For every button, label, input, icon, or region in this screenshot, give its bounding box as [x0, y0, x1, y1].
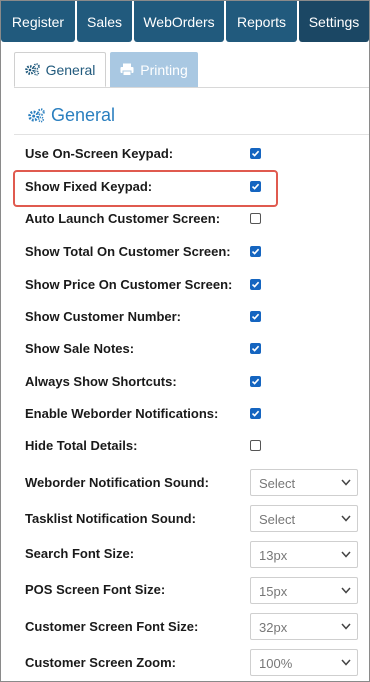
pos-font-size-select[interactable]: 15px [250, 577, 358, 604]
select-value: 15px [259, 584, 288, 599]
select-value: 100% [259, 656, 293, 671]
check-icon [251, 281, 260, 288]
nav-register[interactable]: Register [1, 1, 75, 42]
section-title: General [51, 105, 116, 125]
nav-sales[interactable]: Sales [77, 1, 132, 42]
setting-label: Enable Weborder Notifications: [25, 406, 219, 421]
setting-checkbox[interactable] [250, 376, 261, 387]
setting-label: Always Show Shortcuts: [25, 374, 177, 389]
chevron-down-icon [341, 659, 351, 666]
nav-settings[interactable]: Settings [299, 1, 369, 42]
check-icon [251, 150, 260, 157]
setting-checkbox[interactable] [250, 213, 261, 224]
chevron-down-icon [341, 587, 351, 594]
setting-label: Show Total On Customer Screen: [25, 244, 231, 259]
select-label: Weborder Notification Sound: [25, 475, 209, 490]
cogs-icon [28, 108, 45, 123]
top-nav: Register Sales WebOrders Reports Setting… [1, 1, 369, 42]
select-label: Customer Screen Font Size: [25, 619, 199, 634]
select-label: Customer Screen Zoom: [25, 655, 176, 670]
customer-zoom-select[interactable]: 100% [250, 649, 358, 676]
chevron-down-icon [341, 515, 351, 522]
section-heading: General [28, 105, 115, 126]
tasklist-sound-select[interactable]: Select [250, 505, 358, 532]
tab-printing-label: Printing [140, 61, 188, 78]
chevron-down-icon [341, 623, 351, 630]
customer-font-size-select[interactable]: 32px [250, 613, 358, 640]
select-value: Select [259, 512, 296, 527]
search-font-size-select[interactable]: 13px [250, 541, 358, 568]
highlight-box [13, 170, 278, 207]
setting-checkbox[interactable] [250, 343, 261, 354]
check-icon [251, 313, 260, 320]
check-icon [251, 378, 260, 385]
settings-panel: Register Sales WebOrders Reports Setting… [0, 0, 370, 682]
chevron-down-icon [341, 479, 351, 486]
check-icon [251, 410, 260, 417]
check-icon [251, 345, 260, 352]
settings-tabs: General Printing [14, 52, 198, 87]
select-value: Select [259, 476, 296, 491]
setting-checkbox[interactable] [250, 279, 261, 290]
setting-label: Auto Launch Customer Screen: [25, 211, 221, 226]
setting-checkbox[interactable] [250, 311, 261, 322]
tab-general-label: General [45, 61, 96, 78]
section-divider [14, 134, 369, 135]
nav-weborders[interactable]: WebOrders [134, 1, 224, 42]
setting-label: Show Customer Number: [25, 309, 182, 324]
tab-printing[interactable]: Printing [110, 52, 198, 87]
setting-label: Hide Total Details: [25, 438, 138, 453]
select-label: Search Font Size: [25, 546, 135, 561]
setting-checkbox[interactable] [250, 246, 261, 257]
chevron-down-icon [341, 551, 351, 558]
select-label: POS Screen Font Size: [25, 582, 166, 597]
setting-label: Show Price On Customer Screen: [25, 277, 233, 292]
cogs-icon [24, 63, 40, 76]
setting-checkbox[interactable] [250, 440, 261, 451]
nav-reports[interactable]: Reports [226, 1, 297, 42]
select-value: 13px [259, 548, 288, 563]
setting-checkbox[interactable] [250, 408, 261, 419]
tab-underline [14, 87, 369, 88]
tab-general[interactable]: General [14, 52, 106, 87]
setting-label: Show Sale Notes: [25, 341, 135, 356]
setting-checkbox[interactable] [250, 148, 261, 159]
select-label: Tasklist Notification Sound: [25, 511, 196, 526]
weborder-sound-select[interactable]: Select [250, 469, 358, 496]
setting-label: Use On-Screen Keypad: [25, 146, 174, 161]
select-value: 32px [259, 620, 288, 635]
check-icon [251, 248, 260, 255]
printer-icon [120, 63, 134, 76]
